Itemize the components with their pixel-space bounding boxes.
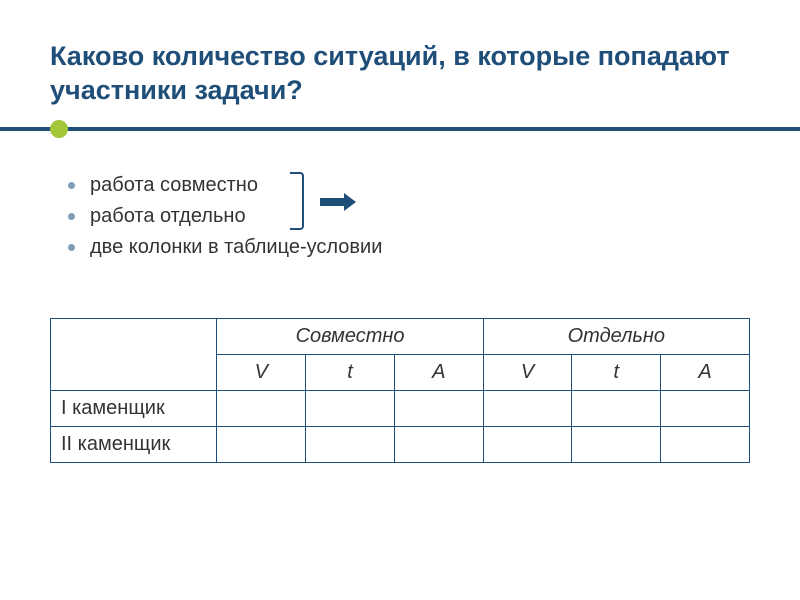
condition-table: Совместно Отдельно V t A V t A I каменщи… — [50, 318, 750, 463]
bracket-arrow-icon — [290, 172, 360, 232]
table-col-header: A — [661, 354, 750, 390]
slide-title: Каково количество ситуаций, в которые по… — [50, 40, 750, 108]
table-cell — [483, 390, 572, 426]
bullet-item: работа совместно — [68, 170, 750, 201]
divider — [50, 120, 750, 138]
bullet-item: две колонки в таблице-условии — [68, 232, 750, 263]
table-cell — [217, 426, 306, 462]
table-col-header: t — [572, 354, 661, 390]
table-col-header: A — [394, 354, 483, 390]
table-cell — [483, 426, 572, 462]
table-cell — [306, 390, 395, 426]
table-cell — [572, 426, 661, 462]
table-row: I каменщик — [51, 390, 750, 426]
table-col-header: t — [306, 354, 395, 390]
bullet-list: работа совместно работа отдельно две кол… — [68, 170, 750, 263]
table-group-header: Отдельно — [483, 318, 749, 354]
table-col-header: V — [217, 354, 306, 390]
table-cell — [217, 390, 306, 426]
table-col-header: V — [483, 354, 572, 390]
table-cell — [394, 390, 483, 426]
table-cell — [661, 426, 750, 462]
bullet-item: работа отдельно — [68, 201, 750, 232]
table-cell — [661, 390, 750, 426]
table-group-header: Совместно — [217, 318, 483, 354]
row-label: II каменщик — [51, 426, 217, 462]
table-row: II каменщик — [51, 426, 750, 462]
table-corner — [51, 318, 217, 390]
table-cell — [394, 426, 483, 462]
table-cell — [572, 390, 661, 426]
row-label: I каменщик — [51, 390, 217, 426]
table-cell — [306, 426, 395, 462]
